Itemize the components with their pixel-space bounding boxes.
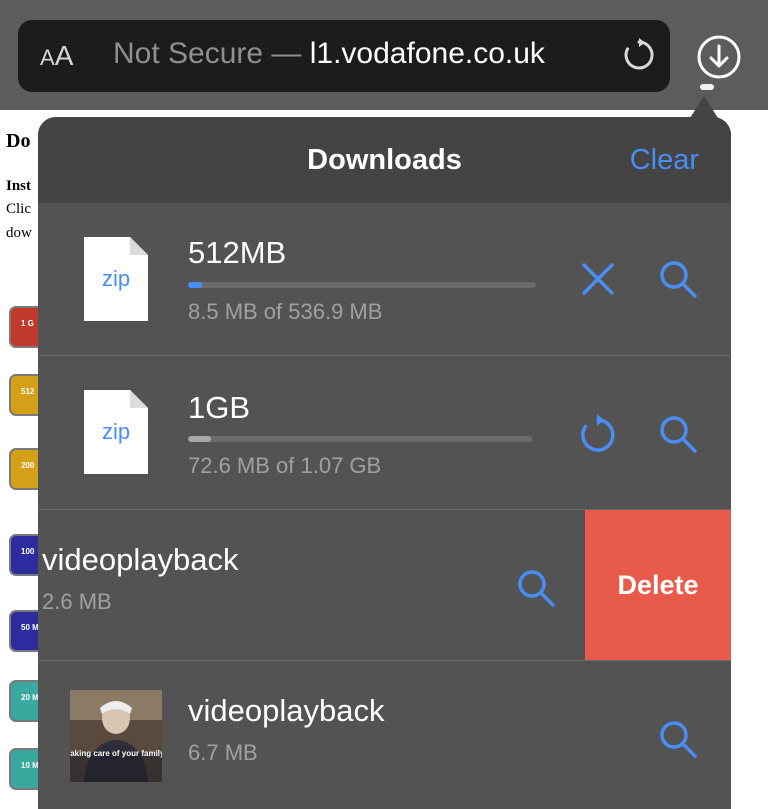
popover-arrow bbox=[690, 96, 718, 118]
page-heading: Do bbox=[6, 130, 31, 152]
show-in-finder-icon[interactable] bbox=[656, 717, 700, 761]
resume-download-icon[interactable] bbox=[576, 412, 620, 456]
zip-label: zip bbox=[102, 266, 130, 291]
reload-icon[interactable] bbox=[621, 38, 657, 74]
security-status: Not Secure — bbox=[113, 37, 310, 70]
video-thumbnail-image: taking care of your family bbox=[70, 690, 162, 782]
download-row[interactable]: taking care of your family videoplayback… bbox=[38, 661, 731, 809]
show-in-finder-icon[interactable] bbox=[656, 257, 700, 301]
zip-file-icon: zip bbox=[84, 390, 148, 474]
address-bar[interactable]: AA Not Secure — l1.vodafone.co.uk bbox=[18, 20, 670, 92]
download-size: 2.6 MB bbox=[42, 589, 112, 614]
show-in-finder-icon[interactable] bbox=[514, 566, 558, 610]
browser-toolbar: AA Not Secure — l1.vodafone.co.uk bbox=[0, 0, 768, 110]
download-size: 6.7 MB bbox=[188, 740, 258, 765]
download-progress-indicator bbox=[700, 84, 714, 90]
progress-fill bbox=[188, 436, 212, 442]
progress-fill bbox=[188, 282, 202, 288]
download-row[interactable]: zip 512MB 8.5 MB of 536.9 MB bbox=[38, 203, 731, 355]
instructions-line: dow bbox=[6, 225, 32, 241]
cancel-download-icon[interactable] bbox=[576, 257, 620, 301]
video-thumbnail: taking care of your family bbox=[70, 690, 162, 782]
download-progress-bar bbox=[188, 436, 532, 442]
download-filename: 1GB bbox=[188, 390, 251, 425]
aa-big: A bbox=[54, 40, 74, 71]
url-host: l1.vodafone.co.uk bbox=[309, 37, 545, 70]
popover-header: Downloads Clear bbox=[38, 117, 731, 203]
download-size: 72.6 MB of 1.07 GB bbox=[188, 453, 382, 478]
download-filename: 512MB bbox=[188, 235, 287, 270]
thumbnail-caption: taking care of your family bbox=[70, 749, 162, 758]
clear-button[interactable]: Clear bbox=[630, 144, 699, 177]
download-filename: videoplayback bbox=[188, 693, 385, 728]
downloads-popover: Downloads Clear zip 512MB 8.5 MB of 536.… bbox=[38, 117, 731, 809]
download-row[interactable]: zip 1GB 72.6 MB of 1.07 GB bbox=[38, 356, 731, 509]
zip-label: zip bbox=[102, 419, 130, 444]
download-filename: videoplayback bbox=[42, 542, 239, 577]
zip-file-icon: zip bbox=[84, 237, 148, 321]
download-size: 8.5 MB of 536.9 MB bbox=[188, 299, 383, 324]
popover-title: Downloads bbox=[307, 144, 462, 176]
download-progress-bar bbox=[188, 282, 536, 288]
instructions-line: Clic bbox=[6, 201, 31, 217]
aa-small: A bbox=[40, 45, 55, 70]
reader-options-button[interactable]: AA bbox=[40, 40, 73, 72]
instructions-heading: Inst bbox=[6, 178, 32, 194]
delete-button[interactable]: Delete bbox=[585, 510, 731, 660]
downloads-icon[interactable] bbox=[696, 34, 742, 80]
show-in-finder-icon[interactable] bbox=[656, 412, 700, 456]
url-text[interactable]: Not Secure — l1.vodafone.co.uk bbox=[113, 37, 545, 71]
